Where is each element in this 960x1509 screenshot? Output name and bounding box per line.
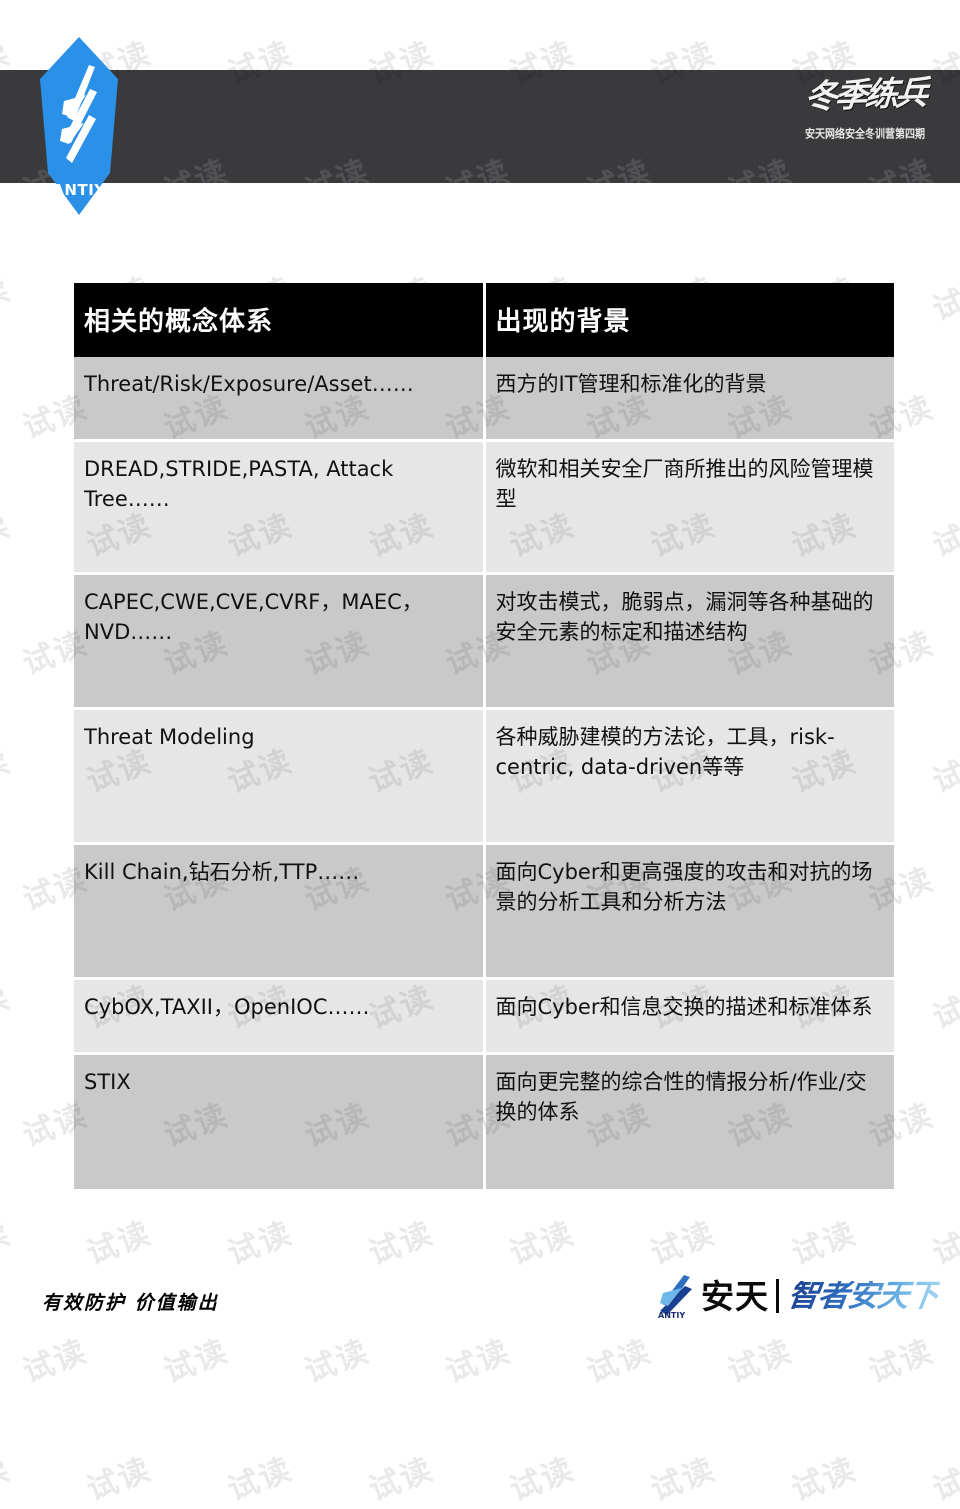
table-row: Threat Modeling 各种威胁建模的方法论，工具，risk-centr… [74, 708, 894, 845]
watermark-text: 试读 [645, 1215, 721, 1273]
watermark-text: 试读 [645, 1451, 721, 1509]
row-value: 西方的IT管理和标准化的背景 [484, 357, 894, 442]
watermark-text: 试读 [0, 743, 16, 801]
table-row: CAPEC,CWE,CVE,CVRF，MAEC，NVD…… 对攻击模式，脆弱点，… [74, 573, 894, 710]
row-value: 面向更完整的综合性的情报分析/作业/交换的体系 [484, 1053, 894, 1189]
watermark-text: 试读 [222, 1451, 298, 1509]
row-key: CybOX,TAXII，OpenIOC…… [74, 978, 486, 1055]
watermark-text: 试读 [504, 1215, 580, 1273]
watermark-text: 试读 [0, 979, 16, 1037]
watermark-text: 试读 [158, 1333, 234, 1391]
row-value: 对攻击模式，脆弱点，漏洞等各种基础的安全元素的标定和描述结构 [484, 573, 894, 710]
column-header-background: 出现的背景 [484, 283, 894, 357]
row-value: 面向Cyber和信息交换的描述和标准体系 [484, 978, 894, 1055]
watermark-text: 试读 [504, 1451, 580, 1509]
row-key: Kill Chain,钻石分析,TTP…… [74, 843, 486, 980]
row-key: Threat Modeling [74, 708, 486, 845]
watermark-text: 试读 [0, 507, 16, 565]
antiy-footer-logo: ANTIY 安天 智者安天下 [657, 1268, 941, 1324]
watermark-text: 试读 [222, 1215, 298, 1273]
watermark-text: 试读 [363, 1451, 439, 1509]
antiy-feather-icon: ANTIY [657, 1273, 697, 1320]
watermark-text: 试读 [927, 1451, 960, 1509]
watermark-text: 试读 [786, 1451, 862, 1509]
concept-system-table: 相关的概念体系 出现的背景 Threat/Risk/Exposure/Asset… [74, 283, 894, 1189]
watermark-text: 试读 [81, 1215, 157, 1273]
table-row: DREAD,STRIDE,PASTA, Attack Tree…… 微软和相关安… [74, 440, 894, 575]
watermark-text: 试读 [722, 1333, 798, 1391]
antiy-tagline: 智者安天下 [785, 1277, 941, 1314]
watermark-text: 试读 [440, 1333, 516, 1391]
watermark-text: 试读 [581, 1333, 657, 1391]
row-key: CAPEC,CWE,CVE,CVRF，MAEC，NVD…… [74, 573, 486, 710]
watermark-text: 试读 [0, 271, 16, 329]
svg-text:ANTIY: ANTIY [52, 181, 106, 199]
row-value: 各种威胁建模的方法论，工具，risk-centric, data-driven等… [484, 708, 894, 845]
watermark-text: 试读 [363, 1215, 439, 1273]
row-value: 面向Cyber和更高强度的攻击和对抗的场景的分析工具和分析方法 [484, 843, 894, 980]
watermark-text: 试读 [299, 1333, 375, 1391]
row-value: 微软和相关安全厂商所推出的风险管理模型 [484, 440, 894, 575]
column-header-concept: 相关的概念体系 [74, 283, 486, 357]
watermark-text: 试读 [927, 979, 960, 1037]
table-row: Kill Chain,钻石分析,TTP…… 面向Cyber和更高强度的攻击和对抗… [74, 843, 894, 980]
antiy-wordmark: ANTIY [658, 1311, 686, 1320]
antiy-hex-logo: ANTIY [40, 37, 118, 215]
band-title-main: 冬季练兵 [803, 72, 927, 117]
footer-slogan: 有效防护 价值输出 [42, 1292, 219, 1314]
watermark-text: 试读 [0, 1215, 16, 1273]
watermark-text: 试读 [0, 1451, 16, 1509]
row-key: DREAD,STRIDE,PASTA, Attack Tree…… [74, 440, 486, 575]
band-title-subtitle: 安天网络安全冬训营第四期 [805, 128, 925, 141]
watermark-text: 试读 [927, 1215, 960, 1273]
table-header-row: 相关的概念体系 出现的背景 [74, 283, 894, 357]
watermark-text: 试读 [81, 1451, 157, 1509]
watermark-text: 试读 [927, 743, 960, 801]
row-key: Threat/Risk/Exposure/Asset…… [74, 357, 486, 442]
header-divider-rule [0, 183, 960, 185]
logo-divider [776, 1279, 779, 1313]
watermark-text: 试读 [927, 271, 960, 329]
watermark-text: 试读 [927, 507, 960, 565]
table-row: STIX 面向更完整的综合性的情报分析/作业/交换的体系 [74, 1053, 894, 1189]
watermark-text: 试读 [17, 1333, 93, 1391]
antiy-cn-name: 安天 [701, 1276, 769, 1316]
table-row: Threat/Risk/Exposure/Asset…… 西方的IT管理和标准化… [74, 357, 894, 442]
band-calligraphy-title: 冬季练兵 安天网络安全冬训营第四期 [790, 72, 940, 141]
watermark-text: 试读 [863, 1333, 939, 1391]
row-key: STIX [74, 1053, 486, 1189]
table-row: CybOX,TAXII，OpenIOC…… 面向Cyber和信息交换的描述和标准… [74, 978, 894, 1055]
watermark-text: 试读 [786, 1215, 862, 1273]
